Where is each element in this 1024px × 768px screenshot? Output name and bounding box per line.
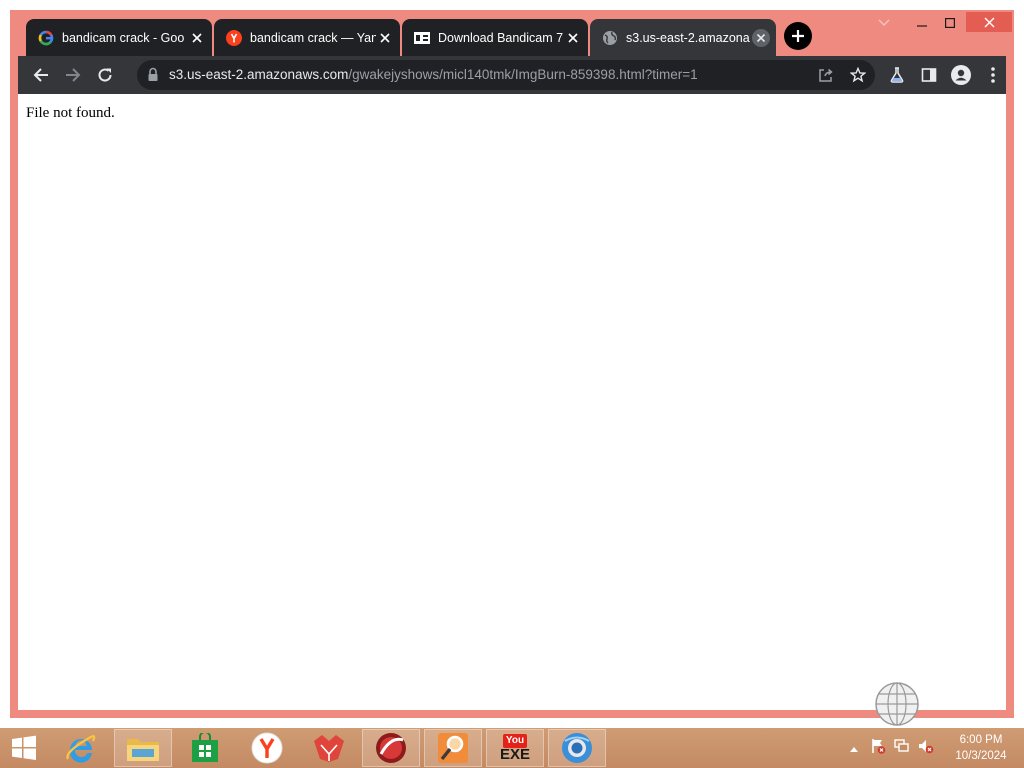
- clock-time: 6:00 PM: [959, 734, 1003, 746]
- kebab-menu-icon: [991, 67, 995, 83]
- side-panel-icon: [921, 68, 937, 82]
- windows-logo-icon: [12, 735, 36, 760]
- clock-date: 10/3/2024: [955, 750, 1007, 762]
- reload-icon: [98, 68, 112, 82]
- star-icon: [850, 67, 866, 83]
- floating-globe-icon[interactable]: [874, 681, 920, 732]
- youtube-exe-icon[interactable]: You EXE: [486, 729, 544, 767]
- yandex-icon: [226, 29, 242, 46]
- plus-icon: [792, 30, 804, 42]
- flask-icon: [890, 67, 904, 83]
- maximize-button[interactable]: [940, 12, 960, 34]
- page-content: File not found.: [18, 94, 1006, 710]
- action-center-flag-icon[interactable]: [870, 738, 886, 759]
- tab-google-search[interactable]: bandicam crack - Goo: [26, 19, 212, 56]
- tab-title: bandicam crack - Goo: [62, 30, 185, 45]
- browser-toolbar: s3.us-east-2.amazonaws.com/gwakejyshows/…: [18, 56, 1006, 94]
- address-bar[interactable]: s3.us-east-2.amazonaws.com/gwakejyshows/…: [137, 60, 875, 90]
- error-message: File not found.: [26, 105, 115, 121]
- side-panel-button[interactable]: [918, 64, 940, 86]
- url-path: /gwakejyshows/micl140tmk/ImgBurn-859398.…: [348, 67, 698, 82]
- system-tray: [850, 728, 934, 768]
- store-icon[interactable]: [176, 729, 234, 767]
- tab-strip: bandicam crack - Goo bandicam crack — Ya…: [10, 10, 1014, 56]
- start-button[interactable]: [0, 729, 48, 767]
- taskbar-clock[interactable]: 6:00 PM 10/3/2024: [950, 732, 1012, 764]
- tab-close-icon[interactable]: [752, 28, 770, 47]
- file-explorer-icon[interactable]: [114, 729, 172, 767]
- red-orb-app-icon[interactable]: [362, 729, 420, 767]
- tab-amazonaws[interactable]: s3.us-east-2.amazona: [590, 19, 776, 56]
- maximize-icon: [945, 18, 955, 28]
- bookmark-button[interactable]: [847, 64, 869, 86]
- arrow-left-icon: [33, 68, 48, 82]
- chevron-down-icon: [878, 19, 890, 26]
- share-button[interactable]: [815, 64, 837, 86]
- volume-muted-icon[interactable]: [918, 738, 934, 759]
- red-fox-app-icon[interactable]: [300, 729, 358, 767]
- minimize-button[interactable]: [912, 12, 932, 34]
- close-window-button[interactable]: [966, 12, 1012, 32]
- magnifier-app-icon[interactable]: [424, 729, 482, 767]
- tab-close-icon[interactable]: [188, 29, 206, 47]
- yandex-browser-icon[interactable]: [238, 729, 296, 767]
- network-icon[interactable]: [894, 738, 910, 759]
- forward-button[interactable]: [62, 64, 84, 86]
- tab-search-button[interactable]: [874, 12, 894, 34]
- internet-explorer-icon[interactable]: [52, 729, 110, 767]
- new-tab-button[interactable]: [784, 22, 812, 50]
- share-icon: [819, 68, 833, 82]
- tab-title: Download Bandicam 7: [438, 30, 564, 45]
- tab-yandex-search[interactable]: bandicam crack — Yan: [214, 19, 400, 56]
- url-text: s3.us-east-2.amazonaws.com/gwakejyshows/…: [169, 60, 698, 90]
- profile-button[interactable]: [950, 64, 972, 86]
- google-icon: [38, 30, 54, 46]
- avatar-icon: [951, 65, 971, 85]
- close-icon: [984, 17, 994, 27]
- arrow-right-icon: [66, 68, 81, 82]
- tab-download-bandicam[interactable]: Download Bandicam 7: [402, 19, 588, 56]
- show-hidden-icons-icon[interactable]: [850, 739, 858, 757]
- lock-icon[interactable]: [147, 67, 159, 87]
- tab-title: s3.us-east-2.amazona: [626, 30, 750, 45]
- taskbar: You EXE 6:00 PM 10/3/2024: [0, 728, 1024, 768]
- tab-close-icon[interactable]: [376, 29, 394, 47]
- exe-label: EXE: [499, 746, 530, 763]
- menu-button[interactable]: [982, 64, 1004, 86]
- url-host: s3.us-east-2.amazonaws.com: [169, 67, 349, 82]
- back-button[interactable]: [30, 64, 52, 86]
- minimize-icon: [917, 25, 927, 27]
- tab-title: bandicam crack — Yan: [250, 30, 376, 45]
- browser-window: bandicam crack - Goo bandicam crack — Ya…: [10, 10, 1014, 718]
- labs-button[interactable]: [886, 64, 908, 86]
- chrome-icon[interactable]: [548, 729, 606, 767]
- tab-close-icon[interactable]: [564, 29, 582, 47]
- reload-button[interactable]: [94, 64, 116, 86]
- site-logo-icon: [414, 30, 430, 46]
- globe-icon: [602, 30, 618, 46]
